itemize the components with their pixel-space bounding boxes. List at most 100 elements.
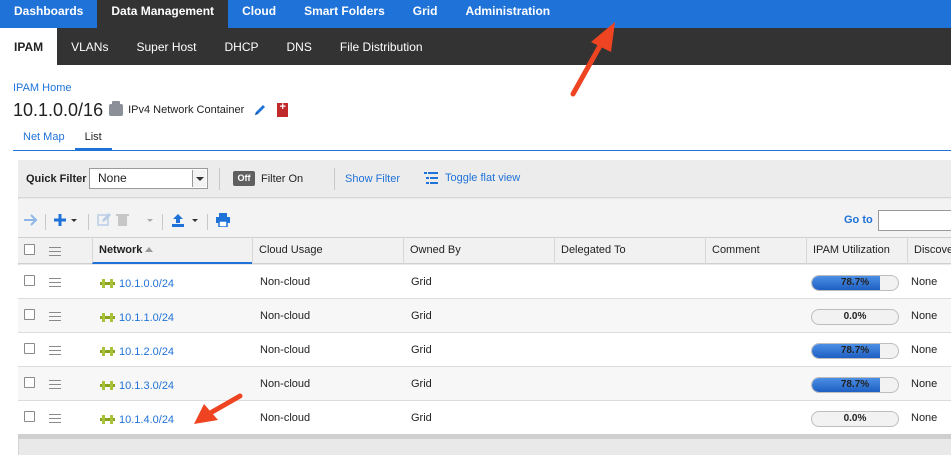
utilization-bar: 0.0%	[811, 309, 899, 325]
subnav-dns[interactable]: DNS	[273, 28, 326, 65]
network-link[interactable]: 10.1.1.0/24	[119, 312, 174, 324]
discovery-cell: None	[911, 310, 938, 322]
page-title-row: 10.1.0.0/16 IPv4 Network Container	[13, 100, 289, 120]
chevron-down-icon[interactable]	[192, 170, 206, 187]
column-comment[interactable]: Comment	[705, 237, 806, 264]
breadcrumb-ipam-home[interactable]: IPAM Home	[13, 82, 71, 94]
subnav-vlans[interactable]: VLANs	[57, 28, 122, 65]
table-toolbar	[18, 199, 951, 237]
container-type-label: IPv4 Network Container	[128, 104, 245, 116]
row-checkbox[interactable]	[24, 411, 35, 422]
edit-icon[interactable]	[97, 213, 111, 227]
column-owned-by[interactable]: Owned By	[403, 237, 554, 264]
arrow-right-icon[interactable]	[23, 213, 39, 227]
filter-toggle[interactable]: Off	[233, 171, 255, 186]
column-menu-icon[interactable]	[49, 247, 61, 256]
topnav-smart-folders[interactable]: Smart Folders	[290, 0, 399, 28]
toggle-flat-view-link[interactable]: Toggle flat view	[445, 172, 520, 184]
network-icon	[100, 313, 115, 322]
cloud-usage-cell: Non-cloud	[260, 276, 311, 288]
table-row[interactable]: 10.1.4.0/24 Non-cloud Grid 0.0% None	[18, 401, 951, 435]
cloud-usage-cell: Non-cloud	[260, 412, 311, 424]
network-icon	[100, 279, 115, 288]
network-icon	[100, 415, 115, 424]
annotation-arrow-top	[570, 22, 615, 97]
row-checkbox[interactable]	[24, 275, 35, 286]
owned-by-cell: Grid	[411, 276, 432, 288]
topnav-administration[interactable]: Administration	[451, 0, 564, 28]
network-link[interactable]: 10.1.4.0/24	[119, 414, 174, 426]
export-icon[interactable]	[171, 213, 201, 227]
flat-view-icon[interactable]	[424, 172, 438, 184]
tab-list[interactable]: List	[74, 127, 112, 151]
goto-label[interactable]: Go to	[844, 214, 873, 226]
row-menu-icon[interactable]	[49, 380, 61, 389]
top-nav: Dashboards Data Management Cloud Smart F…	[0, 0, 951, 28]
row-menu-icon[interactable]	[49, 346, 61, 355]
sort-ascending-icon	[145, 247, 154, 252]
sub-nav: IPAM VLANs Super Host DHCP DNS File Dist…	[0, 28, 951, 65]
print-icon[interactable]	[216, 213, 230, 227]
view-tabs: Net Map List	[13, 127, 112, 151]
row-menu-icon[interactable]	[49, 278, 61, 287]
row-checkbox[interactable]	[24, 309, 35, 320]
utilization-label: 78.7%	[840, 277, 870, 288]
column-network[interactable]: Network	[92, 237, 252, 264]
goto-input[interactable]	[878, 210, 951, 231]
filter-separator	[334, 168, 335, 190]
column-delegated-to[interactable]: Delegated To	[554, 237, 705, 264]
column-discovery[interactable]: Discove	[907, 237, 951, 264]
network-link[interactable]: 10.1.3.0/24	[119, 380, 174, 392]
network-icon	[100, 381, 115, 390]
table-row[interactable]: 10.1.0.0/24 Non-cloud Grid 78.7% None	[18, 265, 951, 299]
tabs-divider	[13, 150, 951, 151]
owned-by-cell: Grid	[411, 344, 432, 356]
tab-net-map[interactable]: Net Map	[13, 127, 75, 151]
table-footer-bar	[18, 434, 951, 439]
utilization-bar: 78.7%	[811, 343, 899, 359]
topnav-cloud[interactable]: Cloud	[228, 0, 290, 28]
add-icon[interactable]	[53, 213, 79, 227]
column-network-label: Network	[99, 244, 143, 256]
row-menu-icon[interactable]	[49, 414, 61, 423]
table-row[interactable]: 10.1.1.0/24 Non-cloud Grid 0.0% None	[18, 299, 951, 333]
cloud-usage-cell: Non-cloud	[260, 344, 311, 356]
annotation-arrow-bottom	[194, 393, 243, 424]
quick-filter-select[interactable]: None	[89, 168, 208, 189]
show-filter-link[interactable]: Show Filter	[345, 173, 400, 185]
subnav-dhcp[interactable]: DHCP	[211, 28, 273, 65]
topnav-grid[interactable]: Grid	[399, 0, 452, 28]
utilization-label: 0.0%	[843, 311, 867, 322]
discovery-cell: None	[911, 412, 938, 424]
delete-icon[interactable]	[116, 213, 156, 227]
select-all-checkbox[interactable]	[24, 244, 35, 255]
network-link[interactable]: 10.1.0.0/24	[119, 278, 174, 290]
cloud-usage-cell: Non-cloud	[260, 378, 311, 390]
table-row[interactable]: 10.1.2.0/24 Non-cloud Grid 78.7% None	[18, 333, 951, 367]
utilization-bar: 0.0%	[811, 411, 899, 427]
edit-pencil-icon[interactable]	[253, 103, 267, 117]
utilization-bar: 78.7%	[811, 377, 899, 393]
owned-by-cell: Grid	[411, 310, 432, 322]
row-menu-icon[interactable]	[49, 312, 61, 321]
filter-on-label: Filter On	[261, 173, 304, 185]
discovery-cell: None	[911, 276, 938, 288]
row-checkbox[interactable]	[24, 343, 35, 354]
network-link[interactable]: 10.1.2.0/24	[119, 346, 174, 358]
subnav-file-distribution[interactable]: File Distribution	[326, 28, 437, 65]
quick-filter-value: None	[98, 171, 127, 185]
column-cloud-usage[interactable]: Cloud Usage	[252, 237, 403, 264]
quick-filter-label: Quick Filter	[26, 173, 87, 185]
cloud-usage-cell: Non-cloud	[260, 310, 311, 322]
owned-by-cell: Grid	[411, 412, 432, 424]
network-icon	[100, 347, 115, 356]
subnav-super-host[interactable]: Super Host	[122, 28, 210, 65]
table-row[interactable]: 10.1.3.0/24 Non-cloud Grid 78.7% None	[18, 367, 951, 401]
row-checkbox[interactable]	[24, 377, 35, 388]
bookmark-icon[interactable]	[277, 101, 289, 117]
topnav-dashboards[interactable]: Dashboards	[0, 0, 97, 28]
utilization-label: 0.0%	[843, 413, 867, 424]
column-ipam-utilization[interactable]: IPAM Utilization	[806, 237, 907, 264]
topnav-data-management[interactable]: Data Management	[97, 0, 229, 28]
subnav-ipam[interactable]: IPAM	[0, 28, 58, 65]
